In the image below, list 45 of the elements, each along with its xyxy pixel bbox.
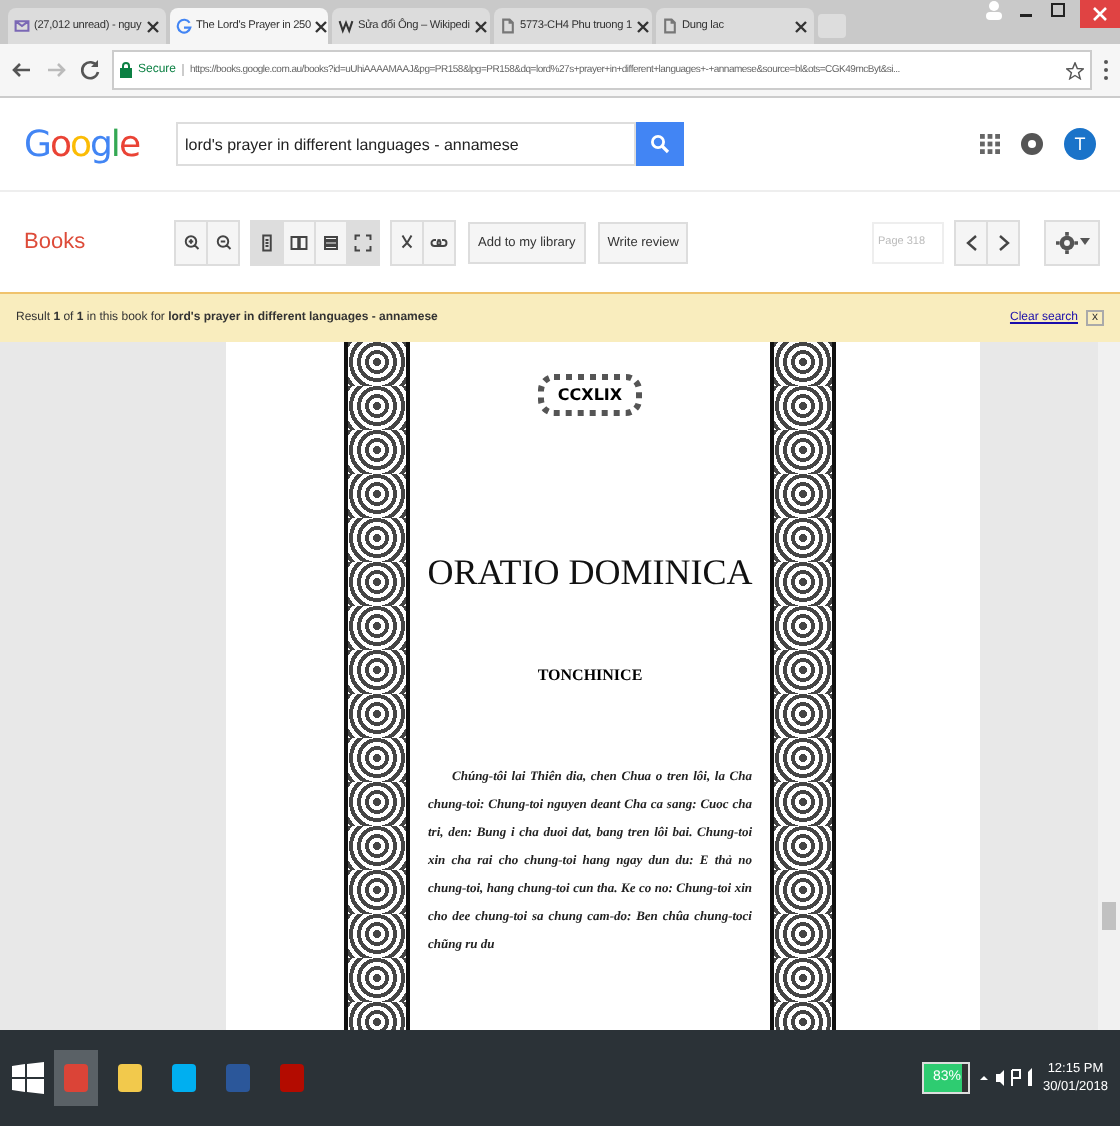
back-icon[interactable] (10, 58, 34, 82)
wiki-favicon-icon (338, 18, 354, 34)
close-icon[interactable] (794, 19, 808, 33)
chevron-right-icon[interactable] (997, 233, 1009, 251)
list-view-icon[interactable] (314, 219, 348, 265)
previous-page-button[interactable] (954, 219, 988, 265)
next-page-button[interactable] (986, 219, 1020, 265)
page-subtitle: TONCHINICE (537, 666, 643, 684)
fullscreen-icon[interactable] (346, 219, 380, 265)
page-number-cartouche: CCXLIX (537, 374, 643, 416)
zoom-out-icon[interactable] (206, 219, 240, 265)
books-label[interactable]: Books (24, 230, 164, 254)
gear-icon[interactable] (1055, 231, 1077, 253)
lock-icon (120, 62, 132, 78)
doc-favicon-icon (500, 18, 516, 34)
settings-button[interactable] (1044, 219, 1100, 265)
single-page-icon[interactable] (250, 219, 284, 265)
restore-icon[interactable] (1048, 0, 1068, 20)
menu-icon[interactable] (1102, 58, 1110, 82)
search-field[interactable]: lord's prayer in different languages - annamese (175, 122, 636, 166)
reload-icon[interactable] (78, 58, 102, 82)
notifications-icon[interactable] (1020, 132, 1044, 156)
close-icon[interactable] (314, 19, 329, 33)
google-favicon-icon (176, 18, 192, 34)
zoom-in-icon[interactable] (174, 219, 208, 265)
system-tray-icons[interactable] (980, 1068, 1033, 1088)
bookmark-star-icon[interactable] (1066, 61, 1084, 79)
link-icon[interactable] (422, 219, 456, 265)
close-window-button[interactable] (1080, 0, 1120, 28)
doc-favicon-icon (662, 18, 678, 34)
google-logo[interactable]: Google (24, 123, 140, 165)
search-button[interactable] (635, 122, 684, 166)
chevron-left-icon[interactable] (965, 233, 977, 251)
page-title: ORATIO DOMINICA (427, 552, 753, 594)
caret-icon[interactable] (1079, 238, 1089, 246)
two-page-icon[interactable] (282, 219, 316, 265)
search-icon[interactable] (649, 134, 670, 154)
close-icon[interactable] (146, 19, 160, 33)
close-icon[interactable] (635, 19, 650, 33)
scrollbar[interactable] (1098, 342, 1120, 1030)
apps-grid-icon[interactable] (980, 134, 1000, 154)
start-icon[interactable] (12, 1062, 44, 1094)
mail-favicon-icon (14, 18, 30, 34)
close-icon[interactable] (473, 19, 488, 33)
account-avatar[interactable]: T (1064, 128, 1096, 160)
